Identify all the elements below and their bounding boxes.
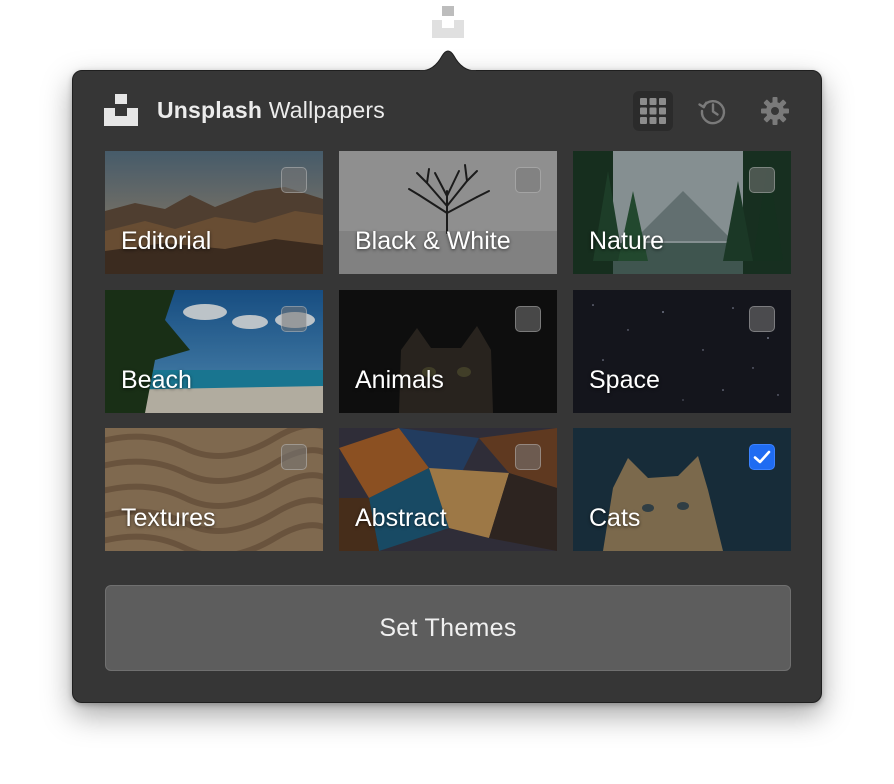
theme-checkbox-abstract[interactable] <box>515 444 541 470</box>
theme-checkbox-black-white[interactable] <box>515 167 541 193</box>
popover-arrow <box>420 50 476 72</box>
theme-label: Nature <box>589 227 665 255</box>
app-title: Unsplash Wallpapers <box>157 97 385 124</box>
theme-checkbox-nature[interactable] <box>749 167 775 193</box>
menubar-unsplash-icon[interactable] <box>432 6 464 38</box>
theme-label: Space <box>589 366 660 394</box>
themes-view-button[interactable] <box>633 91 673 131</box>
theme-label: Beach <box>121 366 192 394</box>
theme-tile-beach[interactable]: Beach <box>105 290 323 413</box>
popover-header: Unsplash Wallpapers <box>73 71 821 151</box>
history-button[interactable] <box>693 91 733 131</box>
unsplash-logo-icon <box>104 94 138 126</box>
history-icon <box>698 99 726 125</box>
theme-checkbox-beach[interactable] <box>281 306 307 332</box>
theme-label: Abstract <box>355 504 447 532</box>
theme-tile-editorial[interactable]: Editorial <box>105 151 323 274</box>
theme-checkbox-space[interactable] <box>749 306 775 332</box>
gear-icon <box>761 97 789 125</box>
theme-label: Textures <box>121 504 216 532</box>
settings-button[interactable] <box>755 91 795 131</box>
theme-tile-textures[interactable]: Textures <box>105 428 323 551</box>
set-themes-button[interactable]: Set Themes <box>105 585 791 671</box>
app-title-suffix: Wallpapers <box>262 97 385 123</box>
menubar-popover-window: Unsplash Wallpapers Editorial Black & Wh… <box>0 0 894 784</box>
theme-checkbox-animals[interactable] <box>515 306 541 332</box>
theme-tile-abstract[interactable]: Abstract <box>339 428 557 551</box>
theme-tile-black-white[interactable]: Black & White <box>339 151 557 274</box>
theme-label: Animals <box>355 366 444 394</box>
theme-tile-cats[interactable]: Cats <box>573 428 791 551</box>
app-title-brand: Unsplash <box>157 97 263 123</box>
checkmark-icon <box>753 450 771 464</box>
theme-checkbox-editorial[interactable] <box>281 167 307 193</box>
theme-tile-nature[interactable]: Nature <box>573 151 791 274</box>
theme-checkbox-cats[interactable] <box>749 444 775 470</box>
theme-label: Black & White <box>355 227 511 255</box>
theme-label: Cats <box>589 504 641 532</box>
theme-tile-animals[interactable]: Animals <box>339 290 557 413</box>
grid-icon <box>640 98 666 124</box>
themes-grid: Editorial Black & White Nature Beach Ani… <box>105 151 791 551</box>
popover-panel: Unsplash Wallpapers Editorial Black & Wh… <box>72 70 822 703</box>
theme-checkbox-textures[interactable] <box>281 444 307 470</box>
theme-tile-space[interactable]: Space <box>573 290 791 413</box>
theme-label: Editorial <box>121 227 212 255</box>
